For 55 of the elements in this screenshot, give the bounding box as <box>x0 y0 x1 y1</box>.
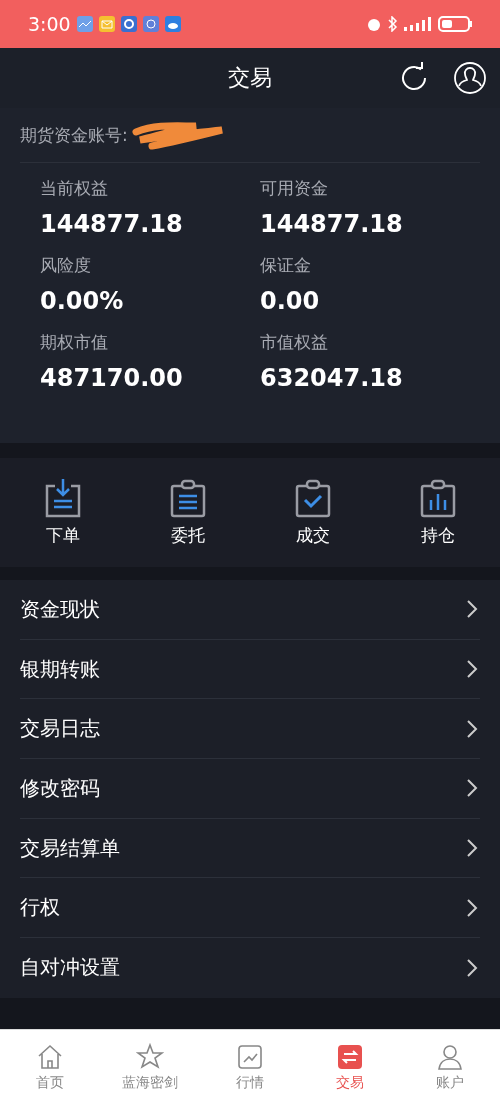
ring-app-icon <box>120 16 137 32</box>
metric-label: 市值权益 <box>260 331 329 354</box>
shortcut-button[interactable]: 成交 <box>250 458 375 567</box>
list-clipboard-icon <box>169 478 206 518</box>
user-icon[interactable] <box>454 62 486 94</box>
bluetooth-icon <box>388 16 398 32</box>
status-time: 3:00 <box>28 13 71 35</box>
metric-label: 风险度 <box>40 254 92 277</box>
shortcut-button[interactable]: 委托 <box>125 458 250 567</box>
metric-value: 144877.18 <box>40 210 184 238</box>
metric-value: 144877.18 <box>260 210 404 238</box>
tab-bar-item[interactable]: 账户 <box>400 1030 500 1105</box>
chevron-right-icon <box>466 897 478 918</box>
menu-item[interactable]: 修改密码 <box>20 759 480 819</box>
page-title: 交易 <box>228 64 272 92</box>
chevron-right-icon <box>466 718 478 739</box>
metric-value: 0.00 <box>260 287 321 315</box>
tab-bar-item[interactable]: 首页 <box>0 1030 100 1105</box>
shortcut-button[interactable]: 持仓 <box>375 458 500 567</box>
metric-value: 0.00% <box>40 287 125 315</box>
tab-bar-item[interactable]: 蓝海密剑 <box>100 1030 200 1105</box>
menu-item[interactable]: 行权 <box>20 878 480 939</box>
menu-item[interactable]: 交易日志 <box>20 699 480 760</box>
menu-item[interactable]: 银期转账 <box>20 639 480 700</box>
chevron-right-icon <box>466 599 478 620</box>
chevron-right-icon <box>466 957 478 978</box>
chevron-right-icon <box>466 659 478 680</box>
metric-label: 可用资金 <box>260 177 329 200</box>
metric-value: 487170.00 <box>40 364 184 392</box>
metric-value: 632047.18 <box>260 364 404 392</box>
shortcut-button[interactable]: 下单 <box>0 458 125 567</box>
signal-icon <box>404 16 432 32</box>
download-clipboard-icon <box>44 478 81 518</box>
weather-app-icon <box>164 16 181 32</box>
menu-item[interactable]: 自对冲设置 <box>20 938 480 998</box>
metric-label: 期权市值 <box>40 331 109 354</box>
battery-icon <box>438 16 474 32</box>
person-icon <box>436 1043 464 1071</box>
star-icon <box>136 1043 164 1071</box>
chart-icon <box>236 1043 264 1071</box>
chevron-right-icon <box>466 778 478 799</box>
bar-chart-clipboard-icon <box>419 478 456 518</box>
mail-app-icon <box>98 16 115 32</box>
metric-label: 保证金 <box>260 254 312 277</box>
house-icon <box>36 1043 64 1071</box>
chart-app-icon <box>76 16 93 32</box>
checkmark-clipboard-icon <box>294 478 331 518</box>
exchange-arrows-icon <box>336 1043 364 1071</box>
account-label: 期货资金账号: <box>20 123 128 147</box>
menu-item[interactable]: 交易结算单 <box>20 818 480 879</box>
metric-label: 当前权益 <box>40 177 109 200</box>
chevron-right-icon <box>466 838 478 859</box>
tab-bar-item[interactable]: 行情 <box>200 1030 300 1105</box>
menu-item[interactable]: 资金现状 <box>20 580 480 640</box>
tab-bar-item[interactable]: 交易 <box>300 1030 400 1105</box>
